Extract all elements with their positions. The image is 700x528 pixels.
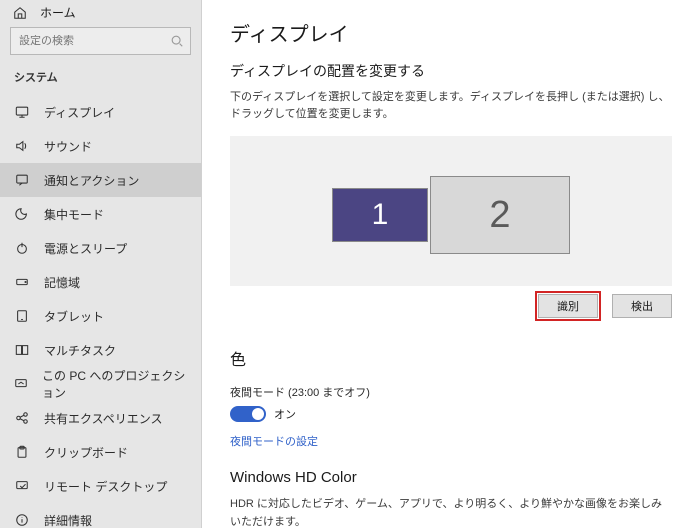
identify-button[interactable]: 識別: [538, 294, 598, 318]
sidebar-item-share[interactable]: 共有エクスペリエンス: [0, 401, 201, 435]
clipboard-icon: [14, 444, 30, 460]
nightlight-toggle[interactable]: [230, 406, 266, 422]
search-container: [0, 21, 201, 65]
sidebar-item-label: 通知とアクション: [44, 172, 139, 189]
project-icon: [14, 376, 28, 392]
color-heading: 色: [230, 346, 672, 370]
sidebar-item-label: タブレット: [44, 308, 104, 325]
nightlight-toggle-row: オン: [230, 406, 672, 422]
search-input[interactable]: [19, 35, 170, 47]
nightlight-label: 夜間モード (23:00 までオフ): [230, 384, 672, 400]
sidebar-item-power[interactable]: 電源とスリープ: [0, 231, 201, 265]
display-icon: [14, 104, 30, 120]
monitor-2[interactable]: 2: [430, 176, 570, 254]
sidebar-item-label: リモート デスクトップ: [44, 478, 167, 495]
sidebar-item-sound[interactable]: サウンド: [0, 129, 201, 163]
search-icon: [170, 34, 184, 48]
power-icon: [14, 240, 30, 256]
sidebar-item-label: 詳細情報: [44, 512, 92, 528]
tablet-icon: [14, 308, 30, 324]
sidebar-nav: ディスプレイサウンド通知とアクション集中モード電源とスリープ記憶域タブレットマル…: [0, 95, 201, 528]
sidebar-item-label: 集中モード: [44, 206, 104, 223]
sidebar-item-label: ディスプレイ: [44, 104, 115, 121]
hd-color-heading: Windows HD Color: [230, 469, 672, 486]
sidebar-item-display[interactable]: ディスプレイ: [0, 95, 201, 129]
search-field[interactable]: [10, 27, 191, 55]
sidebar-item-notify[interactable]: 通知とアクション: [0, 163, 201, 197]
sidebar-item-storage[interactable]: 記憶域: [0, 265, 201, 299]
hd-color-description: HDR に対応したビデオ、ゲーム、アプリで、より明るく、より鮮やかな画像をお楽し…: [230, 496, 672, 528]
display-arrange-area[interactable]: 1 2: [230, 136, 672, 286]
sidebar-item-label: マルチタスク: [44, 342, 116, 359]
sidebar-item-label: サウンド: [44, 138, 92, 155]
home-label: ホーム: [40, 4, 76, 21]
nightlight-settings-link[interactable]: 夜間モードの設定: [230, 433, 318, 449]
sidebar-item-tablet[interactable]: タブレット: [0, 299, 201, 333]
sidebar-item-about[interactable]: 詳細情報: [0, 503, 201, 528]
sidebar-item-remote[interactable]: リモート デスクトップ: [0, 469, 201, 503]
arrange-description: 下のディスプレイを選択して設定を変更します。ディスプレイを長押し (または選択)…: [230, 89, 672, 122]
storage-icon: [14, 274, 30, 290]
settings-sidebar: ホーム システム ディスプレイサウンド通知とアクション集中モード電源とスリープ記…: [0, 0, 202, 528]
sidebar-item-clipboard[interactable]: クリップボード: [0, 435, 201, 469]
category-heading: システム: [0, 65, 201, 95]
sidebar-item-multitask[interactable]: マルチタスク: [0, 333, 201, 367]
focus-icon: [14, 206, 30, 222]
sidebar-item-label: この PC へのプロジェクション: [42, 367, 187, 401]
monitor-1[interactable]: 1: [332, 188, 428, 242]
toggle-knob: [252, 408, 264, 420]
sidebar-item-project[interactable]: この PC へのプロジェクション: [0, 367, 201, 401]
main-panel: ディスプレイ ディスプレイの配置を変更する 下のディスプレイを選択して設定を変更…: [202, 0, 700, 528]
share-icon: [14, 410, 30, 426]
sound-icon: [14, 138, 30, 154]
about-icon: [14, 512, 30, 528]
monitor-layout: 1 2: [332, 176, 570, 254]
arrange-heading: ディスプレイの配置を変更する: [230, 61, 672, 81]
home-link[interactable]: ホーム: [0, 4, 201, 21]
detect-button[interactable]: 検出: [612, 294, 672, 318]
home-icon: [12, 5, 28, 21]
toggle-state-label: オン: [274, 406, 296, 422]
sidebar-item-label: 共有エクスペリエンス: [44, 410, 163, 427]
sidebar-item-focus[interactable]: 集中モード: [0, 197, 201, 231]
notify-icon: [14, 172, 30, 188]
sidebar-item-label: クリップボード: [44, 444, 128, 461]
remote-icon: [14, 478, 30, 494]
page-title: ディスプレイ: [230, 18, 672, 47]
sidebar-item-label: 電源とスリープ: [44, 240, 127, 257]
multitask-icon: [14, 342, 30, 358]
sidebar-item-label: 記憶域: [44, 274, 80, 291]
display-buttons: 識別 検出: [230, 294, 672, 318]
